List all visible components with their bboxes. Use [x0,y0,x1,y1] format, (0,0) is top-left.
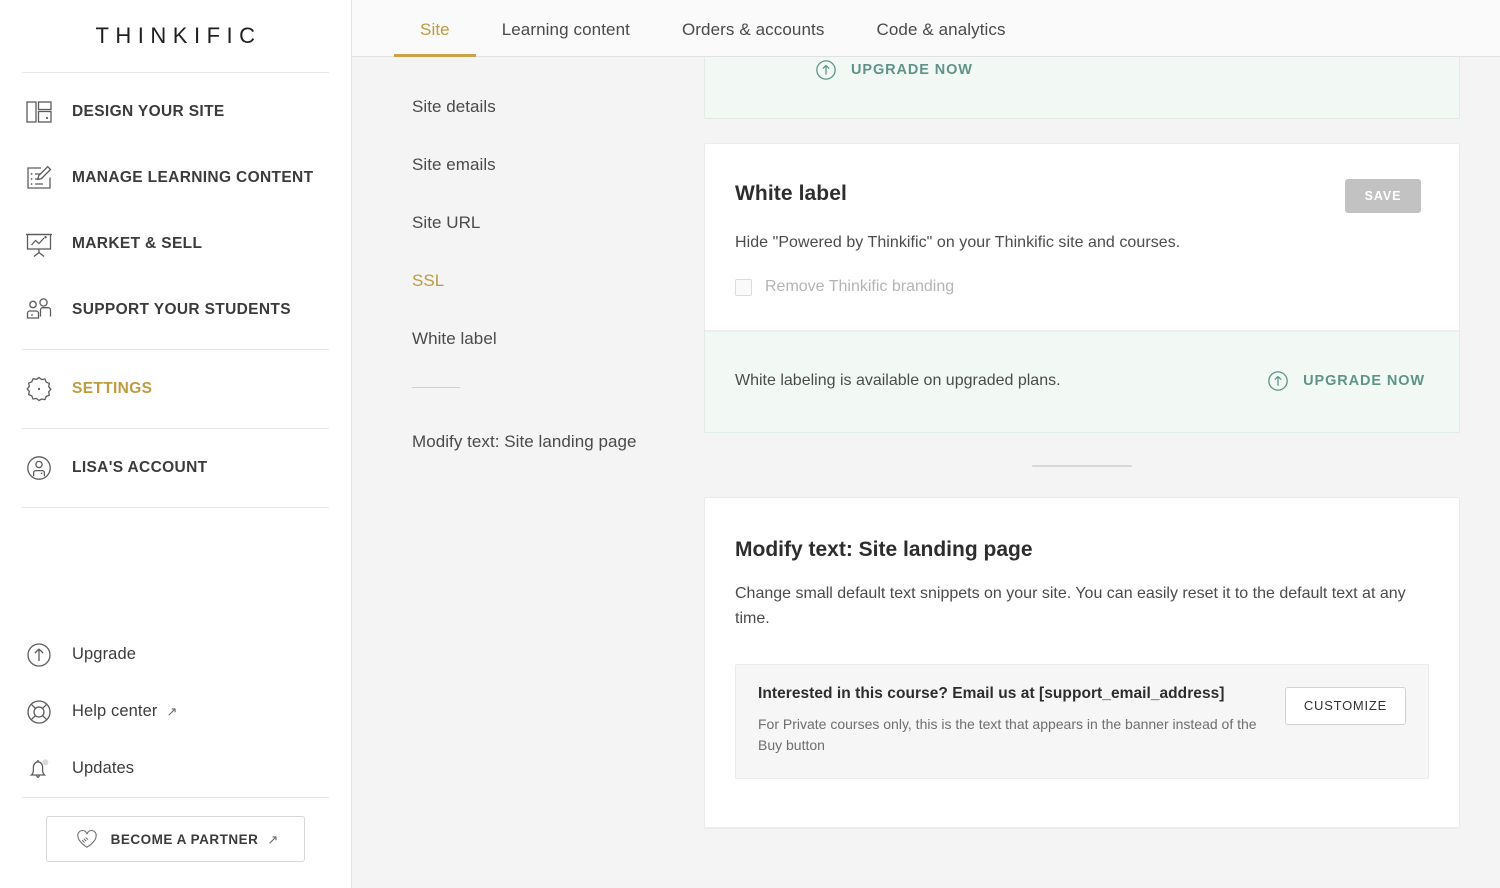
tab-code-and-analytics[interactable]: Code & analytics [850,20,1031,56]
sidebar-item-label: Updates [72,759,135,777]
layout-icon [22,95,56,129]
section-divider [1032,465,1132,467]
customize-button[interactable]: CUSTOMIZE [1284,686,1406,725]
sidebar-item-design-your-site[interactable]: DESIGN YOUR SITE [0,79,351,145]
sidebar-item-updates[interactable]: Updates [0,740,351,797]
external-link-icon: ↗ [166,704,178,719]
upgrade-now-label: UPGRADE NOW [851,62,973,78]
modify-text-description: Change small default text snippets on yo… [735,585,1406,627]
text-snippet-body: Interested in this course? Email us at [… [758,685,1285,756]
remove-branding-checkbox-row[interactable]: Remove Thinkific branding [735,278,1421,296]
logo-text: THINKIFIC [95,23,262,48]
sidebar-item-label: SETTINGS [72,380,153,397]
submenu-item-site-url[interactable]: Site URL [412,213,704,233]
modify-text-card: Modify text: Site landing page Change sm… [704,497,1460,828]
white-label-card: White label SAVE Hide "Powered by Thinki… [704,143,1460,331]
sidebar-item-label: MANAGE LEARNING CONTENT [72,169,314,186]
white-label-upgrade-banner: White labeling is available on upgraded … [704,330,1460,433]
external-link-icon: ↗ [267,831,279,847]
tab-label: Code & analytics [876,20,1006,39]
submenu-item-modify-text-site-landing-page[interactable]: Modify text: Site landing page [412,432,704,452]
modify-text-title: Modify text: Site landing page [735,538,1033,561]
arrow-up-circle-icon [1267,370,1289,392]
sidebar-item-market-and-sell[interactable]: MARKET & SELL [0,211,351,277]
sidebar-item-account[interactable]: LISA'S ACCOUNT [0,435,351,501]
tab-learning-content[interactable]: Learning content [476,20,656,56]
settings-tabbar: Site Learning content Orders & accounts … [352,0,1500,57]
submenu-divider [412,387,460,388]
settings-body: Site details Site emails Site URL SSL Wh… [352,57,1500,888]
presentation-chart-icon [22,227,56,261]
tab-label: Orders & accounts [681,20,825,39]
submenu-item-white-label[interactable]: White label [412,329,704,349]
gear-icon [22,372,56,406]
sidebar-item-label: LISA'S ACCOUNT [72,459,208,476]
remove-branding-label: Remove Thinkific branding [765,278,955,295]
sidebar-item-manage-learning-content[interactable]: MANAGE LEARNING CONTENT [0,145,351,211]
white-label-title: White label [735,182,847,205]
settings-submenu: Site details Site emails Site URL SSL Wh… [352,57,704,888]
logo[interactable]: THINKIFIC [0,0,351,72]
arrow-up-circle-icon [815,59,837,81]
remove-branding-checkbox[interactable] [735,278,752,296]
people-icon [22,293,56,327]
app-root: THINKIFIC DESIGN YOUR SITE MANAGE LEARNI… [0,0,1500,888]
sidebar-item-label: MARKET & SELL [72,235,203,252]
main-content: Site Learning content Orders & accounts … [352,0,1500,888]
sidebar-primary-nav: DESIGN YOUR SITE MANAGE LEARNING CONTENT [0,73,351,349]
sidebar-item-help-center[interactable]: Help center ↗ [0,683,351,740]
submenu-item-site-emails[interactable]: Site emails [412,155,704,175]
life-ring-icon [22,695,56,729]
sidebar-item-label: DESIGN YOUR SITE [72,103,225,120]
partner-section: BECOME A PARTNER ↗ [0,798,351,888]
white-label-description: Hide "Powered by Thinkific" on your Thin… [735,234,1181,251]
partner-button-label: BECOME A PARTNER [110,831,259,847]
sidebar-settings-group: SETTINGS [0,350,351,428]
sidebar-item-label: SUPPORT YOUR STUDENTS [72,301,291,318]
sidebar-item-label: Upgrade [72,645,136,663]
save-button[interactable]: SAVE [1345,179,1421,213]
white-label-header: White label SAVE [735,179,1421,213]
handshake-heart-icon [73,822,101,856]
sidebar-item-label: Help center [72,702,158,720]
tab-label: Site [420,20,450,39]
settings-panels: UPGRADE NOW White label SAVE Hide "Power… [704,57,1500,888]
sidebar-item-upgrade[interactable]: Upgrade [0,626,351,683]
user-circle-icon [22,451,56,485]
upgrade-now-label: UPGRADE NOW [1303,373,1425,389]
sidebar-secondary-nav: Upgrade Help center ↗ Updates [0,618,351,797]
become-a-partner-button[interactable]: BECOME A PARTNER ↗ [46,816,305,862]
top-upgrade-banner: UPGRADE NOW [704,57,1460,119]
text-snippet-title: Interested in this course? Email us at [… [758,684,1225,702]
edit-document-icon [22,161,56,195]
sidebar-item-settings[interactable]: SETTINGS [0,356,351,422]
bell-icon [22,752,56,786]
sidebar-item-support-your-students[interactable]: SUPPORT YOUR STUDENTS [0,277,351,343]
white-label-upgrade-message: White labeling is available on upgraded … [735,372,1061,389]
sidebar-account-group: LISA'S ACCOUNT [0,429,351,507]
text-snippet-subtitle: For Private courses only, this is the te… [758,715,1257,753]
text-snippet-row: Interested in this course? Email us at [… [735,663,1429,779]
upgrade-now-button-white-label[interactable]: UPGRADE NOW [1267,370,1425,392]
submenu-item-ssl[interactable]: SSL [412,271,704,291]
arrow-up-circle-icon [22,638,56,672]
upgrade-now-button-top[interactable]: UPGRADE NOW [815,59,973,81]
tab-label: Learning content [501,20,630,39]
main-sidebar: THINKIFIC DESIGN YOUR SITE MANAGE LEARNI… [0,0,352,888]
submenu-item-site-details[interactable]: Site details [412,97,704,117]
tab-orders-and-accounts[interactable]: Orders & accounts [656,20,850,56]
notification-badge [42,758,49,765]
tab-site[interactable]: Site [394,20,476,57]
